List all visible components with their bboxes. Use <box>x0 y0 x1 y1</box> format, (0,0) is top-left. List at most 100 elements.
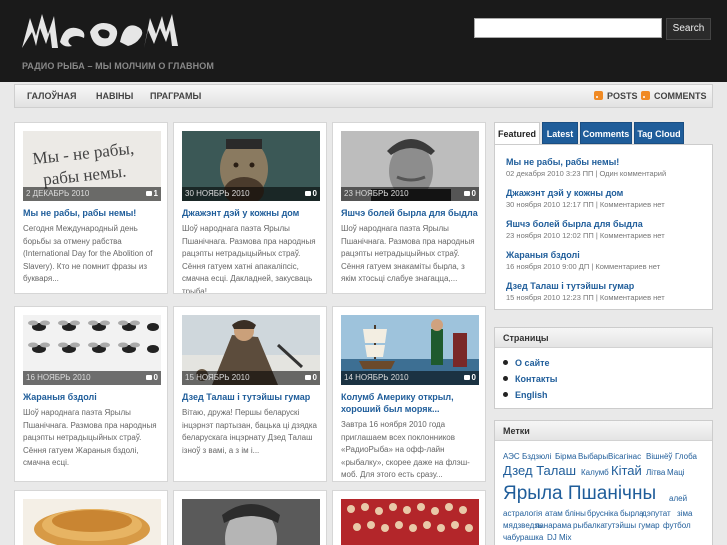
featured-item-meta: 02 декабря 2010 3:23 ПП | Один комментар… <box>506 169 667 178</box>
main-nav: ГАЛОЎНАЯ НАВІНЫ ПРАГРАМЫ POSTS COMMENTS <box>14 84 713 108</box>
page-link-about[interactable]: О сайте <box>503 358 550 368</box>
post-title[interactable]: Жараныя бздолі <box>23 391 163 403</box>
tag-link[interactable]: брусніка <box>587 510 618 518</box>
post-thumbnail[interactable]: 23 НОЯБРЬ 2010 0 <box>341 131 479 201</box>
post-date: 14 НОЯБРЬ 2010 <box>341 371 479 385</box>
featured-item-title[interactable]: Джажэнт дэй у кожны дом <box>506 188 706 199</box>
nav-item-news[interactable]: НАВІНЫ <box>96 85 133 107</box>
nav-item-home[interactable]: ГАЛОЎНАЯ <box>27 85 77 107</box>
pages-widget-title: Страницы <box>495 328 712 348</box>
comment-count[interactable]: 0 <box>464 371 476 385</box>
tag-link[interactable]: Вісагінас <box>608 453 641 461</box>
tag-link[interactable]: чабурашка <box>503 534 543 542</box>
search-button[interactable]: Search <box>666 18 711 40</box>
tab-tag-cloud[interactable]: Tag Cloud <box>634 122 684 144</box>
featured-item: Джажэнт дэй у кожны дом 30 ноября 2010 1… <box>506 188 706 210</box>
tag-link[interactable]: Мацi <box>667 469 685 477</box>
featured-item: Мы не рабы, рабы немы! 02 декабря 2010 3… <box>506 157 706 179</box>
tag-link[interactable]: Выбары <box>578 453 608 461</box>
featured-item-title[interactable]: Мы не рабы, рабы немы! <box>506 157 706 168</box>
post-title[interactable]: Яшчэ болей бырла для быдла <box>341 207 481 219</box>
tag-link[interactable]: бырла <box>620 510 644 518</box>
featured-item: Яшчэ болей бырла для быдла 23 ноября 201… <box>506 219 706 241</box>
tag-link[interactable]: Бздзюлі <box>522 453 551 461</box>
tag-link[interactable]: Кітай <box>611 464 642 477</box>
site-tagline: РАДИО РЫБА – МЫ МОЛЧИМ О ГЛАВНОМ <box>22 61 214 71</box>
tag-link[interactable]: Глоба <box>675 453 697 461</box>
tag-link[interactable]: DJ Mix <box>547 534 571 542</box>
post-title[interactable]: Колумб Америку открыл, хороший был моряк… <box>341 391 481 415</box>
tag-link[interactable]: астралогія <box>503 510 542 518</box>
post-thumbnail[interactable] <box>23 499 161 545</box>
comment-count[interactable]: 0 <box>305 371 317 385</box>
post-thumbnail[interactable]: 30 НОЯБРЬ 2010 0 <box>182 131 320 201</box>
comment-count[interactable]: 1 <box>146 187 158 201</box>
featured-item-title[interactable]: Жараныя бздолі <box>506 250 706 261</box>
page-link-contacts[interactable]: Контакты <box>503 374 557 384</box>
post-excerpt: Шоў народнага паэта Ярылы Пшанічнага. Ра… <box>23 408 157 467</box>
page-link-english[interactable]: English <box>503 390 548 400</box>
post-title[interactable]: Джажэнт дэй у кожны дом <box>182 207 322 219</box>
tab-latest[interactable]: Latest <box>542 122 578 144</box>
featured-item-meta: 16 ноября 2010 9:00 ДП | Комментариев не… <box>506 262 661 271</box>
tag-link[interactable]: рыбалка <box>573 522 605 530</box>
tag-link[interactable]: дэпутат <box>642 510 671 518</box>
post-excerpt: Шоў народнага паэта Ярылы Пшанічнага. Ра… <box>341 224 475 283</box>
tag-link[interactable]: панарама <box>535 522 572 530</box>
post-thumbnail[interactable]: 14 НОЯБРЬ 2010 0 <box>341 315 479 385</box>
tab-comments[interactable]: Comments <box>580 122 632 144</box>
post-thumbnail[interactable]: 16 НОЯБРЬ 2010 0 <box>23 315 161 385</box>
search-input[interactable] <box>474 18 662 38</box>
comments-feed-label: COMMENTS <box>654 91 707 101</box>
post-date: 23 НОЯБРЬ 2010 <box>341 187 479 201</box>
tag-link[interactable]: Бірма <box>555 453 576 461</box>
rss-icon <box>594 91 603 100</box>
comment-count[interactable]: 0 <box>464 187 476 201</box>
post-card <box>14 490 168 545</box>
featured-item-title[interactable]: Яшчэ болей бырла для быдла <box>506 219 706 230</box>
featured-item: Дзед Талаш і тутэйшы гумар 15 ноября 201… <box>506 281 706 303</box>
featured-item-meta: 30 ноября 2010 12:17 ПП | Комментариев н… <box>506 200 665 209</box>
featured-panel: Мы не рабы, рабы немы! 02 декабря 2010 3… <box>494 144 713 310</box>
comment-count[interactable]: 0 <box>305 187 317 201</box>
post-date: 15 НОЯБРЬ 2010 <box>182 371 320 385</box>
tab-featured[interactable]: Featured <box>494 122 540 144</box>
post-thumbnail[interactable]: 15 НОЯБРЬ 2010 0 <box>182 315 320 385</box>
site-logo[interactable] <box>20 8 180 58</box>
post-thumbnail[interactable]: Мы - не рабы, рабы немы. 2 ДЕКАБРЬ 2010 … <box>23 131 161 201</box>
post-title[interactable]: Мы не рабы, рабы немы! <box>23 207 163 219</box>
site-header: РАДИО РЫБА – МЫ МОЛЧИМ О ГЛАВНОМ Search <box>0 0 727 82</box>
tag-link[interactable]: АЭС <box>503 453 520 461</box>
posts-feed-label: POSTS <box>607 91 638 101</box>
tag-link[interactable]: Дзед Талаш <box>503 464 576 477</box>
tag-link[interactable]: бліны <box>565 510 586 518</box>
post-thumbnail[interactable] <box>182 499 320 545</box>
post-card: 30 НОЯБРЬ 2010 0 Джажэнт дэй у кожны дом… <box>173 122 327 294</box>
post-card: 23 НОЯБРЬ 2010 0 Яшчэ болей бырла для бы… <box>332 122 486 294</box>
tag-link[interactable]: атам <box>545 510 563 518</box>
comment-count[interactable]: 0 <box>146 371 158 385</box>
post-date: 30 НОЯБРЬ 2010 <box>182 187 320 201</box>
posts-feed-link[interactable]: POSTS <box>594 85 638 107</box>
comments-feed-link[interactable]: COMMENTS <box>641 85 707 107</box>
tags-widget: Метки АЭС Бздзюлі Бірма Выбары Вісагінас… <box>494 420 713 545</box>
post-card: 16 НОЯБРЬ 2010 0 Жараныя бздолі Шоў наро… <box>14 306 168 482</box>
tag-link[interactable]: алей <box>669 495 687 503</box>
tag-link[interactable]: Калумб <box>581 469 609 477</box>
tag-link[interactable]: Вішнёў <box>646 453 672 461</box>
post-thumbnail[interactable] <box>341 499 479 545</box>
tag-link[interactable]: тутэйшы гумар <box>604 522 660 530</box>
nav-item-programs[interactable]: ПРАГРАМЫ <box>150 85 201 107</box>
rss-icon <box>641 91 650 100</box>
tag-link[interactable]: Літва <box>646 469 665 477</box>
post-card: Мы - не рабы, рабы немы. 2 ДЕКАБРЬ 2010 … <box>14 122 168 294</box>
pages-widget: Страницы О сайте Контакты English <box>494 327 713 409</box>
post-title[interactable]: Дзед Талаш і тутэйшы гумар <box>182 391 322 403</box>
featured-item: Жараныя бздолі 16 ноября 2010 9:00 ДП | … <box>506 250 706 272</box>
post-excerpt: Шоў народнага паэта Ярылы Пшанічнага. Ра… <box>182 224 316 294</box>
tag-link[interactable]: Ярыла Пшанічны <box>503 484 656 503</box>
featured-item-meta: 15 ноября 2010 12:23 ПП | Комментариев н… <box>506 293 665 302</box>
tag-link[interactable]: футбол <box>663 522 691 530</box>
featured-item-title[interactable]: Дзед Талаш і тутэйшы гумар <box>506 281 706 292</box>
tag-link[interactable]: зіма <box>677 510 692 518</box>
